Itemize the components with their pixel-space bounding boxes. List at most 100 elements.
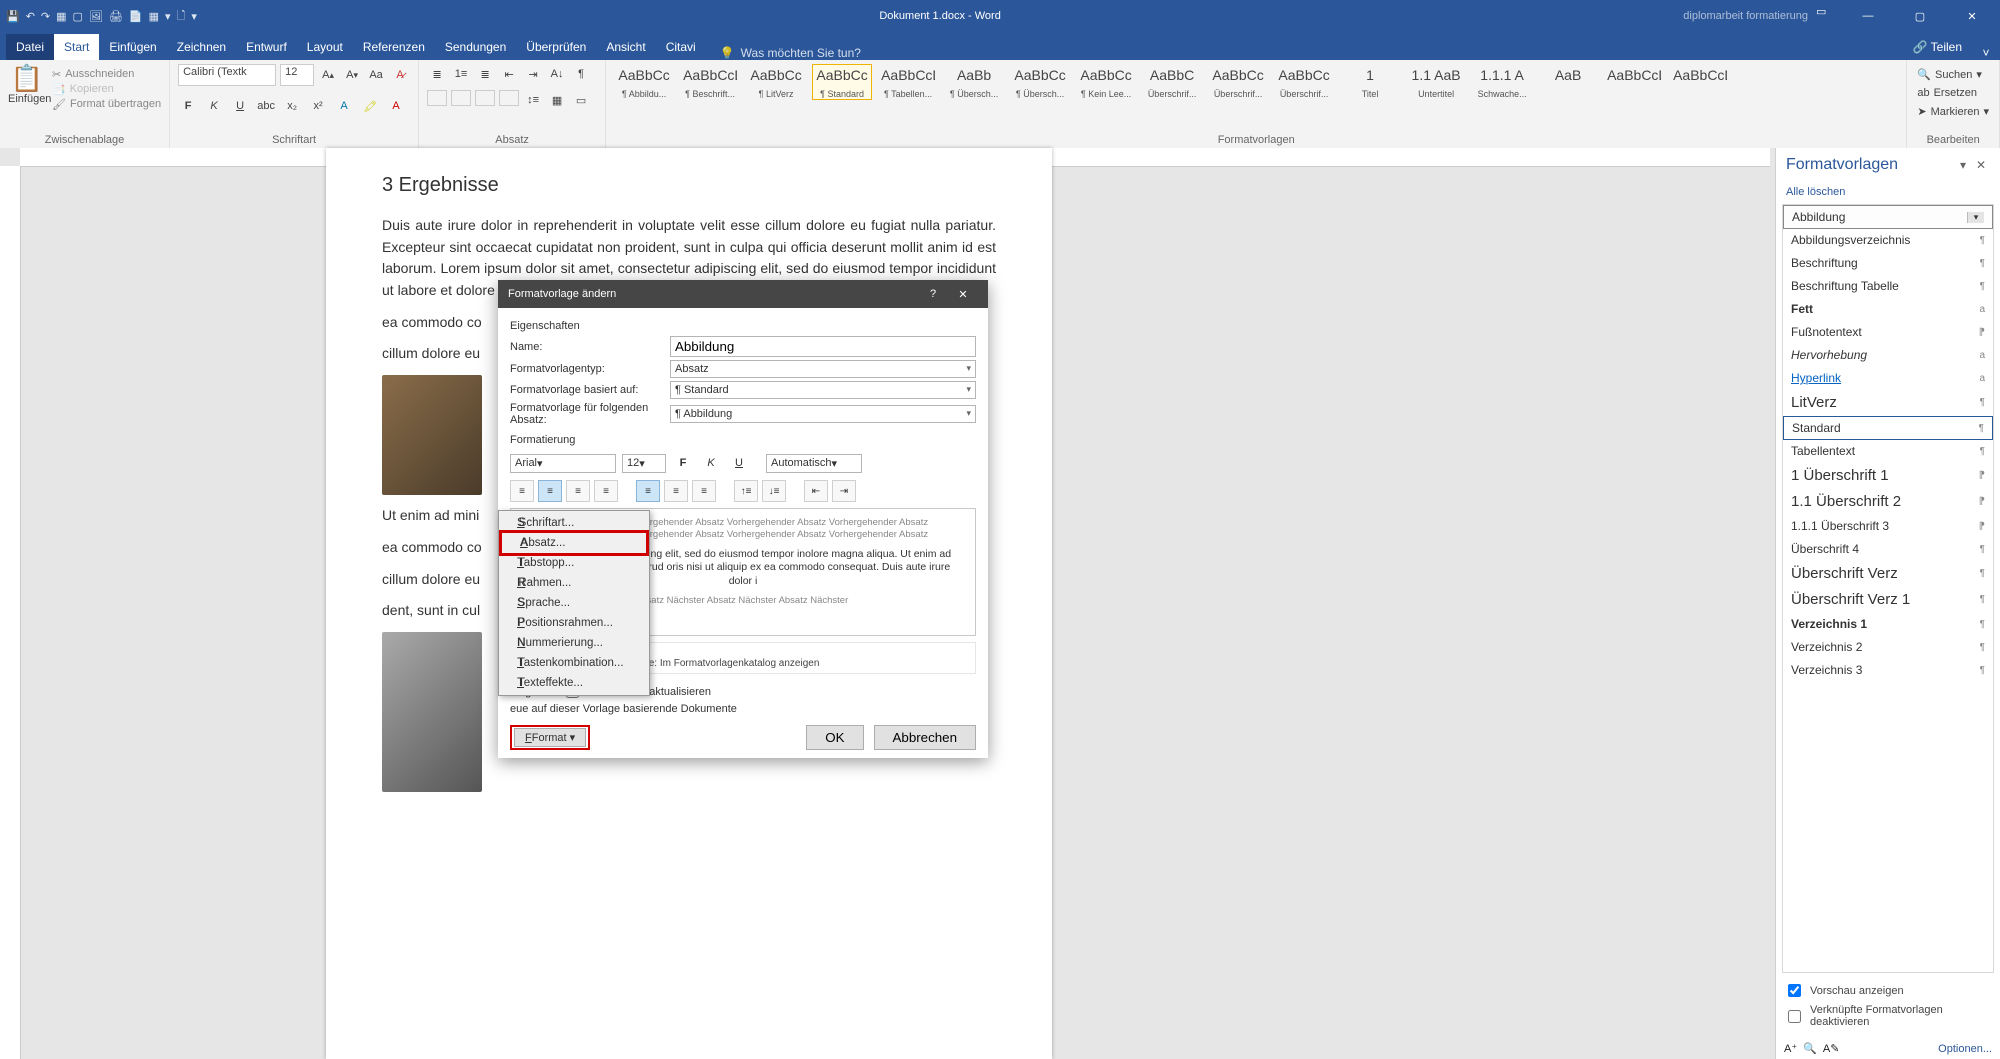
style-list-row[interactable]: Hyperlinka [1783,367,1993,390]
format-menu-button[interactable]: FFormat ▾ [510,725,590,750]
style-list-row[interactable]: Hervorhebunga [1783,344,1993,367]
style-list-row[interactable]: Beschriftung¶ [1783,252,1993,275]
change-case-icon[interactable]: Aa [366,65,386,85]
style-gallery-item[interactable]: 1.1 AaBUntertitel [1406,64,1466,100]
style-list-row[interactable]: Verzeichnis 3¶ [1783,659,1993,682]
style-gallery-item[interactable]: AaBbCc¶ LitVerz [746,64,806,100]
table-icon[interactable]: ▦ [149,10,159,23]
font-color-icon[interactable]: A [386,96,406,116]
tab-citavi[interactable]: Citavi [656,34,706,60]
style-list-row[interactable]: Standard¶ [1783,416,1993,440]
superscript-icon[interactable]: x² [308,96,328,116]
style-list-row[interactable]: Verzeichnis 1¶ [1783,613,1993,636]
align-center-icon[interactable] [451,90,471,106]
style-gallery-item[interactable]: AaBbCc¶ Standard [812,64,872,100]
style-gallery-item[interactable]: AaBbCc¶ Kein Lee... [1076,64,1136,100]
qat-icon[interactable]: 🖼 [89,10,103,23]
tab-einfuegen[interactable]: Einfügen [99,34,166,60]
style-gallery-item[interactable]: AaBbCc¶ Abbildu... [614,64,674,100]
qat-icon[interactable]: ▾ [165,10,171,23]
share-button[interactable]: 🔗 Teilen [1903,34,1972,60]
style-list-row[interactable]: Überschrift Verz¶ [1783,561,1993,587]
indent-inc-icon[interactable]: ⇥ [832,480,856,502]
vertical-ruler[interactable] [0,166,21,1059]
indent-icon[interactable]: ⇥ [523,64,543,84]
style-list-row[interactable]: Fetta [1783,298,1993,321]
dialog-size-select[interactable]: 12▾ [622,454,666,473]
clear-format-icon[interactable]: A̷ [390,65,410,85]
redo-icon[interactable]: ↷ [41,10,50,23]
pane-close-icon[interactable]: ✕ [1972,158,1990,172]
style-list-row[interactable]: 1 Überschrift 1⁋ [1783,463,1993,489]
close-icon[interactable]: ✕ [1950,10,1994,23]
tell-me[interactable]: 💡Was möchten Sie tun? [720,46,861,60]
space-before-inc-icon[interactable]: ↑≡ [734,480,758,502]
deactivate-checkbox[interactable]: Verknüpfte Formatvorlagen deaktivieren [1784,1004,1992,1028]
show-marks-icon[interactable]: ¶ [571,64,591,84]
preview-checkbox[interactable]: Vorschau anzeigen [1784,981,1992,1000]
borders-icon[interactable]: ▭ [571,90,591,110]
maximize-icon[interactable]: ▢ [1898,10,1942,23]
font-name-combo[interactable]: Calibri (Textk [178,64,276,86]
align-center-icon[interactable]: ≡ [538,480,562,502]
highlight-icon[interactable]: 🖍 [360,96,380,116]
tab-start[interactable]: Start [54,34,99,60]
manage-icon[interactable]: A✎ [1823,1042,1840,1055]
style-gallery-item[interactable]: AaBbCcDd¶ Beschrift... [680,64,740,100]
font-size-combo[interactable]: 12 [280,64,314,86]
tab-layout[interactable]: Layout [297,34,353,60]
menu-nummerierung[interactable]: NNummerierung... [499,633,649,653]
indent-dec-icon[interactable]: ⇤ [804,480,828,502]
numbering-icon[interactable]: 1≡ [451,64,471,84]
space-before-dec-icon[interactable]: ↓≡ [762,480,786,502]
based-on-select[interactable]: ¶ Standard▾ [670,381,976,399]
style-gallery-item[interactable]: AaBbCcD [1604,64,1664,90]
style-list-row[interactable]: Tabellentext¶ [1783,440,1993,463]
tab-entwurf[interactable]: Entwurf [236,34,297,60]
outdent-icon[interactable]: ⇤ [499,64,519,84]
dialog-close-icon[interactable]: ✕ [948,288,978,301]
italic-icon[interactable]: K [204,96,224,116]
style-gallery-item[interactable]: AaB [1538,64,1598,90]
menu-positionsrahmen[interactable]: PPositionsrahmen... [499,613,649,633]
style-gallery-item[interactable]: AaBbCcÜberschrif... [1208,64,1268,100]
new-style-icon[interactable]: A⁺ [1784,1042,1797,1055]
find-button[interactable]: 🔍Suchen ▾ [1917,68,1982,81]
strike-icon[interactable]: abc [256,96,276,116]
tab-ansicht[interactable]: Ansicht [596,34,655,60]
new-icon[interactable]: 🗋 [177,7,186,26]
align-justify-icon[interactable] [499,90,519,106]
tab-datei[interactable]: Datei [6,34,54,60]
style-gallery-item[interactable]: AaBbCcÜberschrif... [1274,64,1334,100]
underline-icon[interactable]: U [230,96,250,116]
paste-button[interactable]: 📋Einfügen [8,64,46,105]
spacing-2-icon[interactable]: ≡ [692,480,716,502]
line-spacing-icon[interactable]: ↕≡ [523,90,543,110]
qat-icon[interactable]: ▢ [73,10,83,23]
align-right-icon[interactable]: ≡ [566,480,590,502]
replace-button[interactable]: abErsetzen [1917,87,1977,99]
style-list-row[interactable]: Abbildung▾ [1783,205,1993,229]
dialog-underline-icon[interactable]: U [728,452,750,474]
multilevel-icon[interactable]: ≣ [475,64,495,84]
menu-texteffekte[interactable]: TTexteffekte... [499,673,649,693]
qat-icon[interactable]: 📄 [129,10,143,23]
menu-tastenkombination[interactable]: TTastenkombination... [499,653,649,673]
preview-checkbox-input[interactable] [1788,984,1801,997]
bold-icon[interactable]: F [178,96,198,116]
style-list-row[interactable]: Abbildungsverzeichnis¶ [1783,229,1993,252]
qat-icon[interactable]: ▦ [56,10,66,23]
save-icon[interactable]: 💾 [6,10,20,23]
next-style-select[interactable]: ¶ Abbildung▾ [670,405,976,423]
style-list-row[interactable]: Fußnotentext⁋ [1783,321,1993,344]
cut-button[interactable]: ✂Ausschneiden [52,68,161,81]
style-list[interactable]: Abbildung▾Abbildungsverzeichnis¶Beschrif… [1782,204,1994,973]
help-icon[interactable]: ? [918,288,948,300]
style-gallery-item[interactable]: AaBb¶ Übersch... [944,64,1004,100]
style-gallery-item[interactable]: 1.1.1 ASchwache... [1472,64,1532,100]
grow-font-icon[interactable]: A▴ [318,65,338,85]
menu-rahmen[interactable]: RRahmen... [499,573,649,593]
options-link[interactable]: Optionen... [1938,1043,1992,1055]
tab-zeichnen[interactable]: Zeichnen [167,34,236,60]
tab-referenzen[interactable]: Referenzen [353,34,435,60]
